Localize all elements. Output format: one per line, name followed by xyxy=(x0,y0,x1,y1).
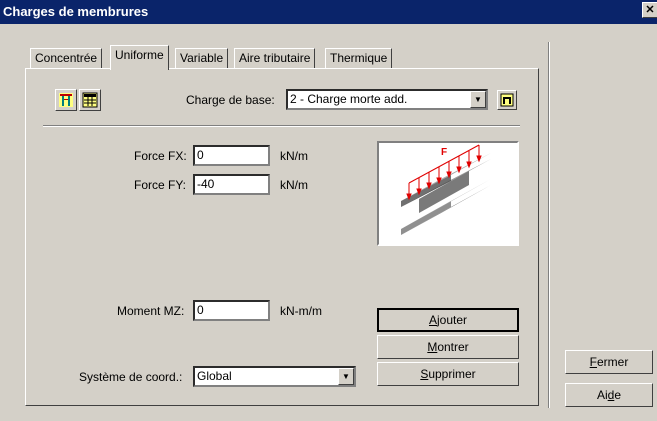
force-fy-unit: kN/m xyxy=(280,178,308,192)
ajouter-label-key: A xyxy=(428,313,437,327)
beam-load-diagram: F xyxy=(401,144,491,235)
member-load-icon-button[interactable] xyxy=(55,89,77,111)
supprimer-button[interactable]: Supprimer xyxy=(377,362,519,386)
close-button[interactable]: ✕ xyxy=(642,2,657,18)
tab-variable[interactable]: Variable xyxy=(175,48,229,68)
coord-system-label: Système de coord.: xyxy=(79,370,183,384)
window-title: Charges de membrures xyxy=(3,4,149,19)
force-fx-input[interactable]: 0 xyxy=(193,145,270,166)
moment-mz-label: Moment MZ: xyxy=(117,304,185,318)
force-label: F xyxy=(441,147,447,158)
load-case-icon xyxy=(500,93,514,107)
ajouter-button[interactable]: Ajouter xyxy=(377,308,519,332)
tab-uniforme[interactable]: Uniforme xyxy=(110,45,169,70)
vertical-separator xyxy=(548,42,550,408)
load-preview-image: F xyxy=(377,141,519,246)
coord-system-value: Global xyxy=(197,369,232,383)
aide-label-pre: Ai xyxy=(596,388,608,402)
load-case-icon-button[interactable] xyxy=(497,90,517,110)
chevron-down-icon[interactable]: ▼ xyxy=(338,368,354,385)
tab-thermique[interactable]: Thermique xyxy=(325,48,393,68)
supprimer-label-post: upprimer xyxy=(428,367,476,381)
chevron-down-icon[interactable]: ▼ xyxy=(470,91,486,108)
fermer-label-key: F xyxy=(589,355,597,369)
moment-mz-unit: kN-m/m xyxy=(280,304,322,318)
force-fy-input[interactable]: -40 xyxy=(193,174,270,195)
force-fy-label: Force FY: xyxy=(134,178,187,192)
coord-system-select[interactable]: Global ▼ xyxy=(193,366,356,387)
tab-aire-tributaire[interactable]: Aire tributaire xyxy=(234,48,316,68)
tab-concentree[interactable]: Concentrée xyxy=(30,48,103,68)
aide-button[interactable]: Aide xyxy=(565,383,653,407)
table-icon xyxy=(82,92,98,108)
force-fx-label: Force FX: xyxy=(134,149,187,163)
base-load-value: 2 - Charge morte add. xyxy=(290,92,408,106)
fermer-button[interactable]: Fermer xyxy=(565,350,653,374)
aide-label-post: e xyxy=(614,388,622,402)
title-bar: Charges de membrures ✕ xyxy=(0,0,657,24)
horizontal-divider xyxy=(43,125,520,127)
montrer-button[interactable]: Montrer xyxy=(377,335,519,359)
fermer-label-post: ermer xyxy=(597,355,629,369)
base-load-label: Charge de base: xyxy=(186,93,275,107)
force-fx-unit: kN/m xyxy=(280,149,308,163)
ajouter-label-post: jouter xyxy=(436,313,468,327)
moment-mz-input[interactable]: 0 xyxy=(193,300,270,321)
montrer-label-post: ontrer xyxy=(437,340,469,354)
montrer-label-key: M xyxy=(427,340,438,354)
base-load-select[interactable]: 2 - Charge morte add. ▼ xyxy=(286,89,488,110)
member-frame-icon xyxy=(59,93,73,107)
load-table-icon-button[interactable] xyxy=(79,89,101,111)
